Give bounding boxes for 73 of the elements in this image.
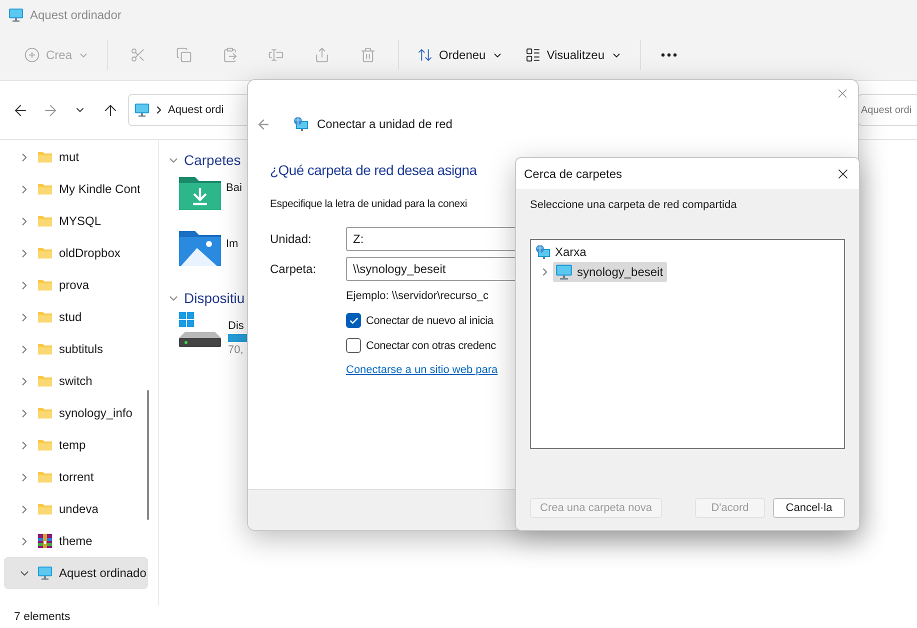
pictures-folder-icon bbox=[179, 230, 221, 266]
check-icon bbox=[348, 316, 358, 326]
folder-icon bbox=[37, 469, 53, 485]
tree-item[interactable]: Xarxa bbox=[533, 243, 590, 261]
sidebar-item[interactable]: My Kindle Cont bbox=[4, 173, 148, 205]
sidebar-item[interactable]: synology_info bbox=[4, 397, 148, 429]
address-text: Aquest ordi bbox=[168, 104, 224, 116]
network-icon bbox=[535, 244, 551, 260]
more-icon bbox=[660, 53, 677, 57]
paste-icon bbox=[222, 47, 238, 63]
copy-icon bbox=[176, 47, 192, 63]
field-label: Carpeta: bbox=[270, 262, 318, 276]
tree-item[interactable]: synology_beseit bbox=[553, 262, 668, 282]
item-label[interactable]: Bai bbox=[226, 182, 242, 194]
sidebar-item[interactable]: Aquest ordinado bbox=[4, 557, 148, 589]
folder-icon bbox=[37, 181, 53, 197]
sidebar-item[interactable]: switch bbox=[4, 365, 148, 397]
folder-icon bbox=[37, 437, 53, 453]
folder-icon bbox=[37, 341, 53, 357]
sidebar-item[interactable]: prova bbox=[4, 269, 148, 301]
view-button[interactable]: Visualitzeu bbox=[514, 39, 632, 71]
dialog-button[interactable]: Cancel·la bbox=[773, 498, 845, 518]
drive-icon bbox=[179, 312, 223, 348]
share-icon bbox=[314, 47, 330, 63]
section-title: Carpetes bbox=[184, 152, 241, 168]
computer-icon bbox=[37, 565, 53, 581]
network-icon bbox=[293, 116, 309, 132]
sort-icon bbox=[417, 47, 434, 63]
folder-icon bbox=[37, 405, 53, 421]
description-text: Especifique la letra de unidad para la conexi bbox=[270, 198, 468, 210]
sidebar-item[interactable]: torrent bbox=[4, 461, 148, 493]
downloads-folder-icon bbox=[179, 174, 221, 210]
folder-icon bbox=[37, 213, 53, 229]
sidebar-item[interactable]: subtituls bbox=[4, 333, 148, 365]
item-label[interactable]: Dis bbox=[228, 320, 244, 332]
sidebar-item[interactable]: oldDropbox bbox=[4, 237, 148, 269]
computer-icon bbox=[8, 7, 24, 23]
sort-button[interactable]: Ordeneu bbox=[407, 39, 513, 71]
folder-icon bbox=[37, 501, 53, 517]
dialog-title: Cerca de carpetes bbox=[524, 166, 622, 180]
item-label[interactable]: Im bbox=[226, 238, 238, 250]
folder-icon bbox=[37, 277, 53, 293]
folder-icon bbox=[37, 373, 53, 389]
plus-icon bbox=[24, 47, 40, 63]
sidebar-item[interactable]: mut bbox=[4, 141, 148, 173]
sidebar-item[interactable]: undeva bbox=[4, 493, 148, 525]
folder-icon bbox=[37, 309, 53, 325]
prompt-text: Seleccione una carpeta de red compartida bbox=[530, 199, 738, 211]
computer-icon bbox=[134, 102, 150, 118]
folder-icon bbox=[37, 149, 53, 165]
cut-icon bbox=[130, 47, 146, 63]
status-text: 7 elements bbox=[14, 611, 70, 623]
sidebar-item[interactable]: temp bbox=[4, 429, 148, 461]
dialog-title: Conectar a unidad de red bbox=[317, 117, 452, 131]
checkbox[interactable] bbox=[346, 313, 361, 328]
section-title: Dispositiu bbox=[184, 290, 245, 306]
window-title: Aquest ordinador bbox=[30, 8, 122, 22]
back-icon[interactable] bbox=[256, 116, 271, 132]
computer-icon bbox=[555, 263, 573, 281]
dialog-heading: ¿Qué carpeta de red desea asigna bbox=[270, 162, 477, 178]
rename-icon bbox=[268, 47, 284, 63]
scrollbar-thumb[interactable] bbox=[147, 390, 149, 520]
sidebar-item[interactable]: theme bbox=[4, 525, 148, 557]
field-label: Unidad: bbox=[270, 232, 312, 246]
checkbox[interactable] bbox=[346, 338, 361, 353]
folder-icon bbox=[37, 245, 53, 261]
trash-icon bbox=[360, 47, 376, 63]
sidebar-item[interactable]: stud bbox=[4, 301, 148, 333]
sidebar-item[interactable]: MYSQL bbox=[4, 205, 148, 237]
archive-icon bbox=[37, 533, 53, 549]
view-icon bbox=[524, 47, 541, 63]
example-text: Ejemplo: \\servidor\recurso_c bbox=[346, 289, 490, 304]
item-caption: 70, bbox=[228, 344, 244, 356]
